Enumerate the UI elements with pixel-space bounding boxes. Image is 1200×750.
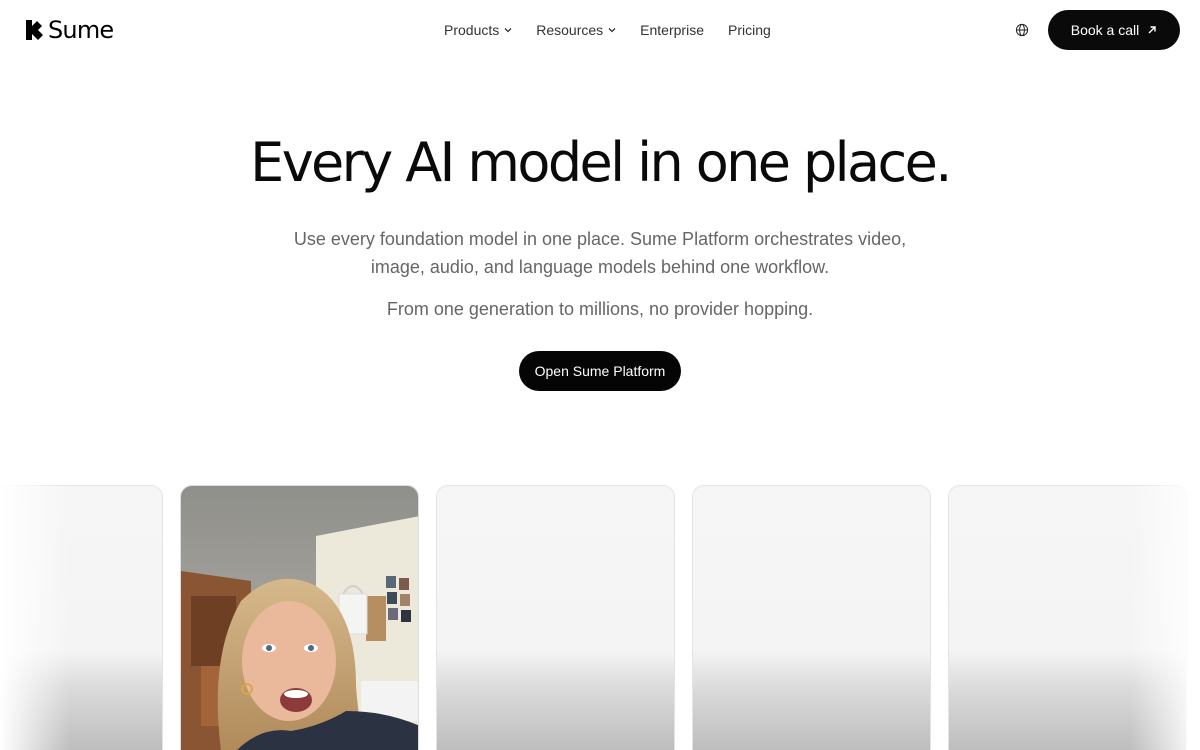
- arrow-up-right-icon: [1148, 26, 1156, 34]
- hero-subtitle: Use every foundation model in one place.…: [293, 229, 907, 277]
- nav-resources[interactable]: Resources: [536, 20, 616, 40]
- nav-pricing[interactable]: Pricing: [728, 20, 771, 40]
- nav-products[interactable]: Products: [444, 20, 512, 40]
- media-card-video[interactable]: [180, 485, 419, 750]
- media-carousel: [0, 485, 1200, 750]
- media-card[interactable]: [436, 485, 675, 750]
- person-photo: [181, 486, 418, 750]
- hero-title: Every AI model in one place.: [250, 131, 952, 194]
- media-card[interactable]: [0, 485, 163, 750]
- chevron-down-icon: [504, 28, 512, 33]
- media-card[interactable]: [948, 485, 1187, 750]
- nav-enterprise-label: Enterprise: [640, 22, 704, 38]
- sume-logo-icon: [26, 20, 43, 40]
- nav-products-label: Products: [444, 22, 500, 38]
- globe-icon[interactable]: [1015, 23, 1029, 37]
- site-header: Sume Products Resources Enterprise Prici…: [0, 0, 1200, 60]
- media-card[interactable]: [692, 485, 931, 750]
- book-call-label: Book a call: [1070, 22, 1140, 38]
- hero-subtitle-secondary: From one generation to millions, no prov…: [386, 299, 814, 319]
- open-platform-button[interactable]: Open Sume Platform: [519, 351, 681, 391]
- brand-name: Sume: [48, 16, 114, 44]
- sume-logo[interactable]: Sume: [24, 16, 114, 44]
- main-nav: Products Resources Enterprise Pricing: [444, 20, 771, 40]
- chevron-down-icon: [608, 28, 616, 33]
- book-call-button[interactable]: Book a call: [1048, 10, 1180, 50]
- nav-pricing-label: Pricing: [727, 22, 771, 38]
- nav-resources-label: Resources: [536, 22, 604, 38]
- nav-enterprise[interactable]: Enterprise: [640, 20, 704, 40]
